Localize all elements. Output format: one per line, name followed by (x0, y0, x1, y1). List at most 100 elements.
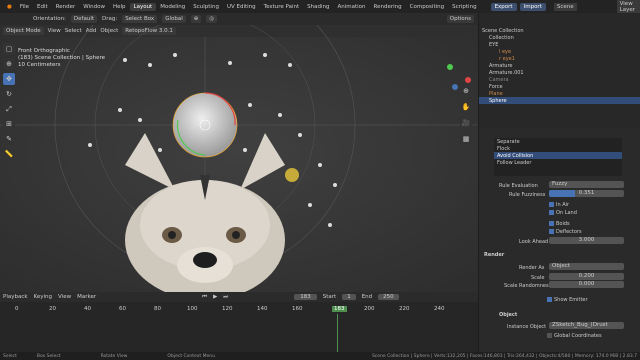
tick-label: 40 (84, 306, 91, 312)
annotate-tool-icon[interactable]: ✎ (3, 133, 15, 145)
on-land-checkbox[interactable]: On Land (549, 209, 577, 216)
outliner-item[interactable]: Collection (479, 34, 640, 41)
status-bar: Select Box Select Rotate View Object Con… (0, 352, 640, 360)
cursor-tool-icon[interactable]: ⊕ (3, 58, 15, 70)
view-context: (183) Scene Collection | Sphere (18, 55, 105, 61)
tab-modeling[interactable]: Modeling (156, 3, 189, 11)
outliner-item[interactable]: Armature (479, 62, 640, 69)
timeline-view-menu[interactable]: View (58, 294, 71, 300)
play-icon[interactable]: ▶ (213, 294, 217, 300)
grid-icon[interactable]: ▦ (460, 133, 472, 145)
outliner-item[interactable]: Armature.001 (479, 69, 640, 76)
tab-texture-paint[interactable]: Texture Paint (260, 3, 304, 11)
outliner-item[interactable]: EYE (479, 41, 640, 48)
tick-label: 0 (15, 306, 19, 312)
menu-window[interactable]: Window (79, 4, 109, 10)
rule-item[interactable]: Flock (494, 145, 622, 152)
measure-tool-icon[interactable]: 📏 (3, 148, 15, 160)
frame-ruler[interactable]: 0 20 40 60 80 100 120 140 160 183 200 22… (0, 306, 478, 314)
tab-rendering[interactable]: Rendering (370, 3, 406, 11)
rule-eval-dropdown[interactable]: Fuzzy (549, 181, 624, 188)
scale-rand-field[interactable]: 0.000 (549, 281, 624, 288)
tab-scripting[interactable]: Scripting (448, 3, 480, 11)
move-tool-icon[interactable]: ✥ (3, 73, 15, 85)
top-menu-bar: ● File Edit Render Window Help Layout Mo… (0, 0, 640, 14)
boid-rules-list[interactable]: Separate Flock Avoid Collision Follow Le… (494, 138, 622, 176)
rotate-tool-icon[interactable]: ↻ (3, 88, 15, 100)
tab-shading[interactable]: Shading (303, 3, 333, 11)
cursor-marker (285, 168, 299, 182)
tab-uv-editing[interactable]: UV Editing (223, 3, 260, 11)
tick-label: 140 (257, 306, 268, 312)
zoom-icon[interactable]: ⊕ (460, 85, 472, 97)
scene-selector[interactable]: Scene (553, 2, 577, 11)
blender-logo-icon[interactable]: ● (3, 4, 16, 10)
timeline: Playback Keying View Marker ⏮ ▶ ⏭ 183 St… (0, 292, 478, 352)
end-frame-field[interactable]: 250 (378, 294, 399, 300)
boids-checkbox[interactable]: Boids (549, 220, 570, 227)
3d-viewport[interactable]: Object Mode View Select Add Object Retop… (0, 25, 478, 292)
tab-layout[interactable]: Layout (129, 2, 157, 11)
pivot-dropdown[interactable]: Global (162, 15, 186, 23)
tab-sculpting[interactable]: Sculpting (189, 3, 223, 11)
current-frame-field[interactable]: 183 (294, 294, 317, 300)
properties-editor: Separate Flock Avoid Collision Follow Le… (479, 128, 640, 352)
menu-help[interactable]: Help (109, 4, 130, 10)
tick-label: 160 (292, 306, 303, 312)
view-layer-selector[interactable]: View Layer (616, 0, 640, 14)
view-name: Front Orthographic (18, 48, 70, 54)
drag-dropdown[interactable]: Select Box (122, 15, 158, 23)
in-air-checkbox[interactable]: In Air (549, 201, 569, 208)
snap-toggle-icon[interactable]: ⊕ (190, 15, 202, 23)
fuzz-label: Rule Fuzziness (509, 191, 546, 198)
camera-icon[interactable]: 🎥 (460, 117, 472, 129)
import-button[interactable]: Import (519, 2, 546, 11)
outliner-item[interactable]: Camera (479, 76, 640, 83)
tab-animation[interactable]: Animation (333, 3, 369, 11)
menu-edit[interactable]: Edit (33, 4, 52, 10)
outliner-item[interactable]: r eye1 (479, 55, 640, 62)
outliner-item[interactable]: Force (479, 83, 640, 90)
global-coords-checkbox[interactable]: Global Coordinates (547, 332, 602, 339)
tick-label: 80 (154, 306, 161, 312)
render-as-label: Render As (519, 264, 545, 271)
render-as-dropdown[interactable]: Object (549, 263, 624, 270)
jump-end-icon[interactable]: ⏭ (223, 294, 228, 301)
timeline-playback-menu[interactable]: Playback (3, 294, 28, 300)
proportional-icon[interactable]: ◎ (206, 15, 218, 23)
select-tool-icon[interactable]: ▢ (3, 43, 15, 55)
render-panel-header[interactable]: Render (484, 251, 504, 258)
rule-item[interactable]: Separate (494, 138, 622, 145)
outliner-item-active[interactable]: Sphere (479, 97, 640, 104)
fuzz-slider[interactable]: 0.351 (549, 190, 624, 197)
menu-render[interactable]: Render (52, 4, 80, 10)
tick-label: 100 (187, 306, 198, 312)
playhead-line (337, 314, 338, 352)
jump-start-icon[interactable]: ⏮ (202, 294, 207, 301)
show-emitter-checkbox[interactable]: Show Emitter (547, 296, 588, 303)
scale-field[interactable]: 0.200 (549, 273, 624, 280)
playhead[interactable]: 183 (332, 306, 347, 312)
orientation-dropdown[interactable]: Default (70, 15, 98, 23)
export-button[interactable]: Export (490, 2, 517, 11)
tab-compositing[interactable]: Compositing (406, 3, 448, 11)
pan-icon[interactable]: ✋ (460, 101, 472, 113)
start-frame-field[interactable]: 1 (342, 294, 356, 300)
timeline-marker-menu[interactable]: Marker (77, 294, 96, 300)
scale-tool-icon[interactable]: ⤢ (3, 103, 15, 115)
status-info: Scene Collection | Sphere | Verts:132,20… (371, 353, 637, 359)
outliner-root[interactable]: Scene Collection (479, 27, 640, 34)
rule-item[interactable]: Follow Leader (494, 159, 622, 166)
object-panel-header[interactable]: Object (499, 311, 517, 318)
timeline-keying-menu[interactable]: Keying (34, 294, 52, 300)
outliner-item[interactable]: Plane (479, 90, 640, 97)
menu-file[interactable]: File (16, 4, 33, 10)
rule-item-active[interactable]: Avoid Collision (494, 152, 622, 159)
instance-object-label: Instance Object (507, 323, 547, 330)
deflectors-checkbox[interactable]: Deflectors (549, 228, 582, 235)
look-ahead-field[interactable]: 3.000 (549, 237, 624, 244)
options-dropdown[interactable]: Options (446, 15, 474, 23)
instance-object-field[interactable]: ZSketch_Bug_(Drust (549, 322, 624, 329)
outliner-item[interactable]: l eye (479, 48, 640, 55)
transform-tool-icon[interactable]: ⊞ (3, 118, 15, 130)
